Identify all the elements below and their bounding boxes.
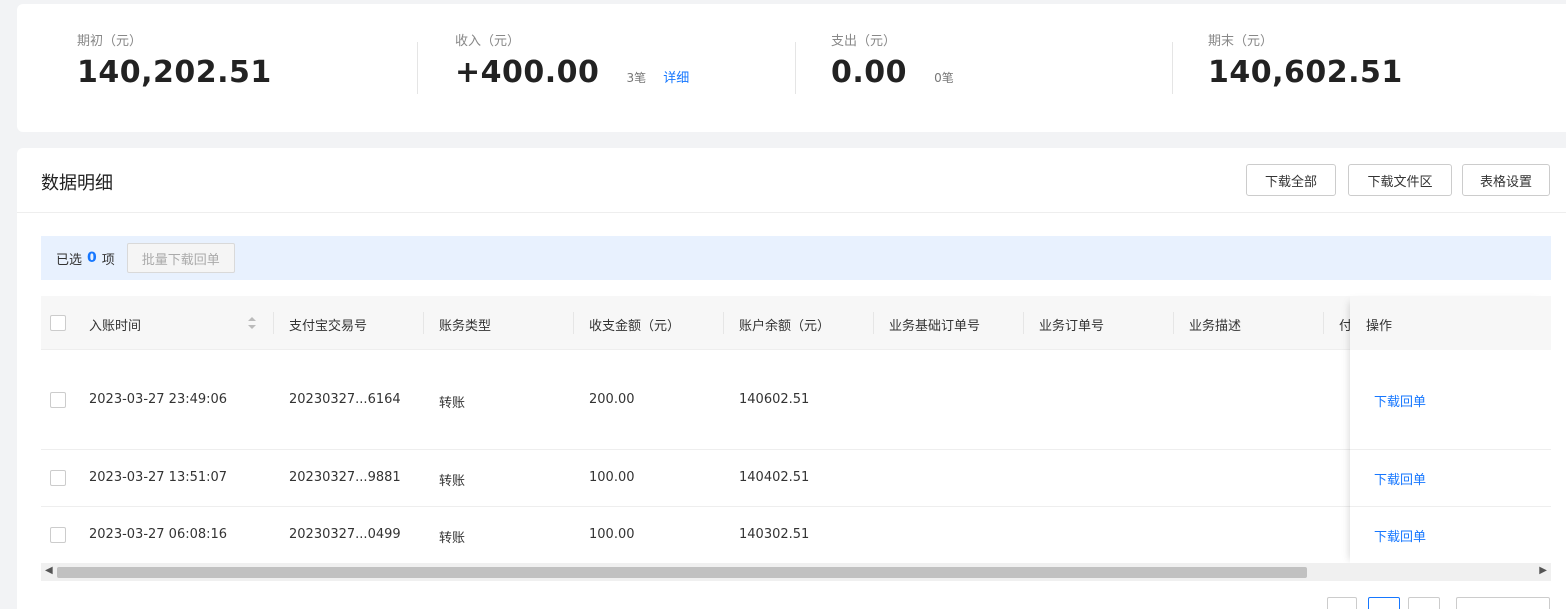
closing-label: 期末（元）: [1208, 34, 1274, 49]
table-settings-button[interactable]: 表格设置: [1462, 164, 1550, 196]
selection-bar: 已选 0 项 批量下载回单: [41, 236, 1551, 280]
cell-time: 2023-03-27 13:51:07: [89, 470, 228, 485]
expense-stat: 支出（元） 0.00 0笔: [831, 30, 954, 90]
opening-label: 期初（元）: [77, 34, 143, 49]
income-label: 收入（元）: [455, 34, 521, 49]
cell-trade-no: 20230327...0499: [289, 527, 401, 542]
cell-amount: 200.00: [589, 392, 635, 407]
col-order: 业务订单号: [1039, 319, 1105, 334]
row-checkbox[interactable]: [50, 527, 66, 543]
expense-value: 0.00: [831, 55, 908, 90]
closing-stat: 期末（元） 140,602.51: [1208, 30, 1403, 90]
column-separator: [723, 312, 724, 334]
selection-suffix: 项: [101, 252, 115, 268]
selection-count: 0: [87, 250, 97, 266]
column-separator: [1323, 312, 1324, 334]
next-page-button[interactable]: [1408, 597, 1440, 609]
col-balance: 账户余额（元）: [739, 319, 831, 334]
income-detail-link[interactable]: 详细: [663, 71, 689, 86]
sort-icon[interactable]: [247, 316, 257, 330]
cell-trade-no: 20230327...6164: [289, 392, 401, 407]
cell-time: 2023-03-27 06:08:16: [89, 527, 228, 542]
cell-time: 2023-03-27 23:49:06: [89, 392, 228, 407]
divider: [1172, 42, 1173, 94]
select-all-checkbox[interactable]: [50, 315, 66, 331]
col-trade-no: 支付宝交易号: [289, 319, 368, 334]
row-checkbox[interactable]: [50, 392, 66, 408]
table-row: 2023-03-27 06:08:16 20230327...0499 转账 1…: [41, 507, 1551, 564]
cell-type: 转账: [439, 474, 466, 489]
income-value: +400.00: [455, 55, 600, 90]
expense-label: 支出（元）: [831, 34, 897, 49]
page-size-select[interactable]: [1456, 597, 1550, 609]
opening-value: 140,202.51: [77, 55, 272, 90]
scroll-right-icon[interactable]: ▶: [1539, 565, 1547, 576]
cell-balance: 140302.51: [739, 527, 810, 542]
column-separator: [1173, 312, 1174, 334]
column-separator: [423, 312, 424, 334]
cell-amount: 100.00: [589, 527, 635, 542]
column-separator: [873, 312, 874, 334]
current-page-button[interactable]: [1368, 597, 1400, 609]
scroll-left-icon[interactable]: ◀: [45, 565, 53, 576]
cell-balance: 140402.51: [739, 470, 810, 485]
fixed-action-column: 操作: [1350, 296, 1551, 566]
divider: [417, 42, 418, 94]
closing-value: 140,602.51: [1208, 55, 1403, 90]
column-separator: [573, 312, 574, 334]
table-header: 入账时间 支付宝交易号 账务类型 收支金额（元） 账户余额（元） 业务基础订单号…: [41, 296, 1551, 350]
column-separator: [273, 312, 274, 334]
divider: [795, 42, 796, 94]
expense-count: 0笔: [934, 71, 954, 85]
income-stat: 收入（元） +400.00 3笔 详细: [455, 30, 689, 90]
col-base-order: 业务基础订单号: [889, 319, 981, 334]
col-type: 账务类型: [439, 319, 492, 334]
col-time: 入账时间: [89, 319, 142, 334]
cell-trade-no: 20230327...9881: [289, 470, 401, 485]
cell-type: 转账: [439, 531, 466, 546]
header-divider: [17, 212, 1566, 213]
opening-stat: 期初（元） 140,202.51: [77, 30, 272, 90]
table-row: 2023-03-27 13:51:07 20230327...9881 转账 1…: [41, 450, 1551, 507]
col-desc: 业务描述: [1189, 319, 1242, 334]
cell-amount: 100.00: [589, 470, 635, 485]
table-row: 2023-03-27 23:49:06 20230327...6164 转账 2…: [41, 350, 1551, 450]
download-area-button[interactable]: 下载文件区: [1348, 164, 1452, 196]
column-separator: [1023, 312, 1024, 334]
horizontal-scrollbar[interactable]: ◀ ▶: [41, 563, 1551, 581]
income-count: 3笔: [626, 71, 647, 85]
detail-title: 数据明细: [41, 173, 113, 194]
prev-page-button[interactable]: [1327, 597, 1357, 609]
scrollbar-thumb[interactable]: [57, 567, 1307, 578]
cell-balance: 140602.51: [739, 392, 810, 407]
selection-prefix: 已选: [56, 252, 83, 268]
detail-card: 数据明细 下载全部 下载文件区 表格设置 已选 0 项 批量下载回单 入账时间 …: [17, 148, 1566, 609]
col-action: 操作: [1366, 319, 1393, 334]
col-amount: 收支金额（元）: [589, 319, 681, 334]
cell-type: 转账: [439, 396, 466, 411]
summary-card: 期初（元） 140,202.51 收入（元） +400.00 3笔 详细 支出（…: [17, 4, 1566, 132]
batch-download-button[interactable]: 批量下载回单: [126, 243, 235, 273]
row-checkbox[interactable]: [50, 470, 66, 486]
download-all-button[interactable]: 下载全部: [1246, 164, 1336, 196]
